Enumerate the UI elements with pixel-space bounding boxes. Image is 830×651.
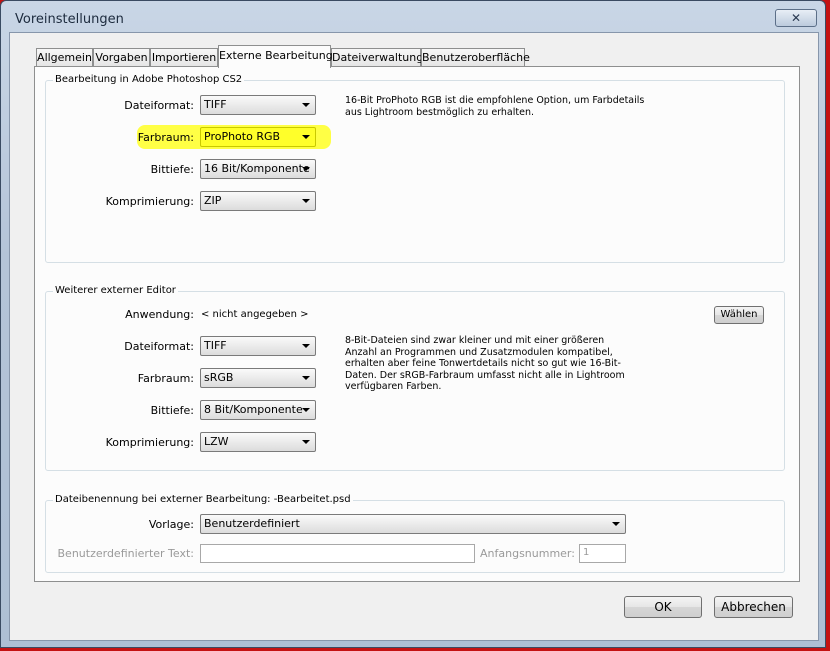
photoshop-group-legend: Bearbeitung in Adobe Photoshop CS2 <box>53 74 245 85</box>
ext-komprimierung-label: Komprimierung: <box>105 436 194 449</box>
tab-allgemein[interactable]: Allgemein <box>36 48 93 67</box>
ps-recommendation-note: 16-Bit ProPhoto RGB ist die empfohlene O… <box>345 95 645 118</box>
ps-bittiefe-select[interactable]: 16 Bit/Komponente <box>200 159 316 179</box>
ext-farbraum-label: Farbraum: <box>137 372 194 385</box>
vorlage-value: Benutzerdefiniert <box>204 517 300 530</box>
file-naming-legend: Dateibenennung bei externer Bearbeitung:… <box>53 494 353 505</box>
ext-komprimierung-select[interactable]: LZW <box>200 432 316 452</box>
ps-farbraum-select[interactable]: ProPhoto RGB <box>200 127 316 147</box>
chevron-down-icon <box>302 408 310 412</box>
tab-importieren[interactable]: Importieren <box>150 48 218 67</box>
ext-bittiefe-value: 8 Bit/Komponente <box>204 403 303 416</box>
external-editor-legend: Weiterer externer Editor <box>53 285 178 296</box>
vorlage-select[interactable]: Benutzerdefiniert <box>200 514 626 534</box>
chevron-down-icon <box>302 376 310 380</box>
ps-farbraum-value: ProPhoto RGB <box>204 130 281 143</box>
custom-text-input[interactable] <box>200 544 475 563</box>
ext-komprimierung-value: LZW <box>204 435 229 448</box>
custom-text-label: Benutzerdefinierter Text: <box>57 547 195 560</box>
ps-komprimierung-label: Komprimierung: <box>105 195 194 208</box>
chevron-down-icon <box>612 522 620 526</box>
ps-komprimierung-select[interactable]: ZIP <box>200 191 316 211</box>
chevron-down-icon <box>302 103 310 107</box>
start-number-label: Anfangsnummer: <box>480 547 575 560</box>
tab-externe-bearbeitung[interactable]: Externe Bearbeitung <box>218 45 333 68</box>
close-icon: ✕ <box>790 11 802 25</box>
ps-dateiformat-label: Dateiformat: <box>124 99 194 112</box>
ext-anwendung-label: Anwendung: <box>125 308 194 321</box>
vorlage-label: Vorlage: <box>148 518 194 531</box>
ps-farbraum-label: Farbraum: <box>137 131 194 144</box>
ps-dateiformat-select[interactable]: TIFF <box>200 95 316 115</box>
tab-vorgaben[interactable]: Vorgaben <box>93 48 150 67</box>
ext-farbraum-value: sRGB <box>204 371 234 384</box>
tab-dateiverwaltung[interactable]: Dateiverwaltung <box>331 48 423 67</box>
ext-info-note: 8-Bit-Dateien sind zwar kleiner und mit … <box>345 335 625 392</box>
cancel-button[interactable]: Abbrechen <box>714 596 793 618</box>
chevron-down-icon <box>302 344 310 348</box>
start-number-input[interactable]: 1 <box>579 544 626 563</box>
ps-komprimierung-value: ZIP <box>204 194 222 207</box>
chevron-down-icon <box>302 167 310 171</box>
ps-bittiefe-label: Bittiefe: <box>150 163 194 176</box>
ext-anwendung-value: < nicht angegeben > <box>201 309 309 320</box>
close-button[interactable]: ✕ <box>775 9 817 27</box>
tab-benutzeroberflaeche[interactable]: Benutzeroberfläche <box>421 48 530 67</box>
ext-bittiefe-label: Bittiefe: <box>150 404 194 417</box>
ps-dateiformat-value: TIFF <box>204 98 227 111</box>
chevron-down-icon <box>302 440 310 444</box>
ext-farbraum-select[interactable]: sRGB <box>200 368 316 388</box>
window-title: Voreinstellungen <box>15 12 124 27</box>
ext-dateiformat-value: TIFF <box>204 339 227 352</box>
ext-dateiformat-label: Dateiformat: <box>124 340 194 353</box>
chevron-down-icon <box>302 135 310 139</box>
ok-button[interactable]: OK <box>624 596 702 618</box>
waehlen-button[interactable]: Wählen <box>714 306 764 324</box>
chevron-down-icon <box>302 199 310 203</box>
ext-dateiformat-select[interactable]: TIFF <box>200 336 316 356</box>
ps-bittiefe-value: 16 Bit/Komponente <box>204 162 310 175</box>
ext-bittiefe-select[interactable]: 8 Bit/Komponente <box>200 400 316 420</box>
